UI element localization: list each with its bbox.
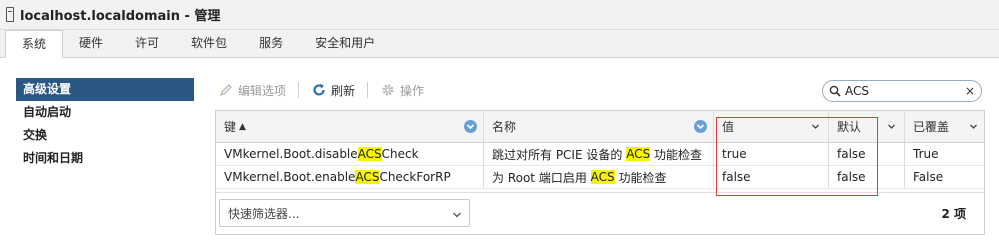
column-header-key[interactable]: 键 ▲ bbox=[216, 111, 484, 142]
key-text: VMkernel.Boot.enable bbox=[224, 170, 356, 184]
settings-grid: 键 ▲ 名称 值 默认 已覆盖 VMkernel.Boot.disable ACS… bbox=[215, 110, 985, 235]
column-overridden-label: 已覆盖 bbox=[913, 120, 950, 134]
refresh-button[interactable]: 刷新 bbox=[311, 82, 355, 99]
clear-search-icon[interactable]: × bbox=[965, 84, 975, 98]
column-name-label: 名称 bbox=[492, 120, 517, 134]
column-default-label: 默认 bbox=[837, 120, 862, 134]
table-row[interactable]: VMkernel.Boot.disable ACS Check 跳过对所有 PCIE… bbox=[216, 143, 984, 166]
edit-options-label: 编辑选项 bbox=[238, 83, 287, 98]
column-menu-icon[interactable] bbox=[694, 120, 707, 133]
actions-button[interactable]: 操作 bbox=[380, 82, 424, 99]
toolbar: 编辑选项 刷新 操作 bbox=[218, 78, 436, 102]
cell-value: false bbox=[714, 166, 829, 188]
table-row[interactable]: VMkernel.Boot.enable ACS CheckForRP 为 Root… bbox=[216, 166, 984, 189]
search-input[interactable] bbox=[845, 84, 963, 98]
cell-overridden: True bbox=[913, 147, 939, 161]
tab-license[interactable]: 许可 bbox=[119, 30, 175, 57]
sidebar-item-advanced-settings[interactable]: 高级设置 bbox=[16, 78, 194, 101]
sidebar-item-autostart[interactable]: 自动启动 bbox=[16, 101, 194, 124]
column-header-name[interactable]: 名称 bbox=[484, 111, 714, 142]
window-title: localhost.localdomain - 管理 bbox=[20, 9, 221, 24]
name-text: 功能检查 bbox=[614, 170, 667, 185]
edit-options-button[interactable]: 编辑选项 bbox=[218, 82, 286, 99]
tab-bar: 系统 硬件 许可 软件包 服务 安全和用户 bbox=[0, 30, 999, 58]
pencil-icon bbox=[218, 82, 234, 98]
chevron-down-icon[interactable] bbox=[968, 120, 978, 132]
gear-icon bbox=[380, 82, 396, 98]
column-header-default[interactable]: 默认 bbox=[829, 111, 905, 142]
tab-hardware[interactable]: 硬件 bbox=[63, 30, 119, 57]
column-menu-icon[interactable] bbox=[464, 120, 477, 133]
toolbar-divider bbox=[367, 82, 369, 98]
search-match: ACS bbox=[626, 147, 651, 161]
refresh-label: 刷新 bbox=[331, 83, 356, 98]
tab-packages[interactable]: 软件包 bbox=[175, 30, 243, 57]
column-key-label: 键 bbox=[224, 120, 237, 134]
host-icon bbox=[6, 7, 14, 22]
column-header-value[interactable]: 值 bbox=[714, 111, 829, 142]
actions-label: 操作 bbox=[400, 83, 425, 98]
name-text: 功能检查 bbox=[650, 147, 703, 162]
sidebar: 高级设置 自动启动 交换 时间和日期 bbox=[16, 78, 194, 170]
toolbar-divider bbox=[298, 82, 300, 98]
cell-key: VMkernel.Boot.disable ACS Check bbox=[216, 143, 484, 165]
window-titlebar: localhost.localdomain - 管理 bbox=[0, 0, 999, 30]
key-text: Check bbox=[381, 147, 419, 161]
chevron-down-icon[interactable] bbox=[886, 120, 896, 132]
key-text: CheckForRP bbox=[379, 170, 451, 184]
cell-name: 为 Root 端口启用 ACS 功能检查 bbox=[484, 166, 714, 188]
search-match: ACS bbox=[357, 147, 382, 161]
grid-header: 键 ▲ 名称 值 默认 已覆盖 bbox=[216, 111, 984, 143]
sidebar-item-time-date[interactable]: 时间和日期 bbox=[16, 147, 194, 170]
quick-filter-placeholder: 快速筛选器... bbox=[228, 206, 300, 221]
column-header-overridden[interactable]: 已覆盖 bbox=[905, 111, 986, 142]
sort-ascending-icon: ▲ bbox=[239, 121, 246, 132]
cell-default: false bbox=[829, 166, 905, 188]
quick-filter-dropdown[interactable]: 快速筛选器... bbox=[219, 199, 470, 227]
chevron-down-icon bbox=[452, 209, 462, 223]
grid-footer: 快速筛选器... 2 项 bbox=[216, 192, 984, 235]
cell-value: true bbox=[714, 143, 829, 165]
item-count: 2 项 bbox=[941, 207, 966, 221]
name-text: 跳过对所有 PCIE 设备的 bbox=[492, 147, 627, 162]
search-match: ACS bbox=[355, 170, 380, 184]
chevron-down-icon[interactable] bbox=[810, 120, 820, 132]
column-value-label: 值 bbox=[722, 120, 735, 134]
search-box: × bbox=[822, 80, 982, 102]
search-match: ACS bbox=[590, 170, 615, 184]
cell-key: VMkernel.Boot.enable ACS CheckForRP bbox=[216, 166, 484, 188]
tab-security-users[interactable]: 安全和用户 bbox=[299, 30, 391, 57]
cell-name: 跳过对所有 PCIE 设备的 ACS 功能检查 bbox=[484, 143, 714, 165]
refresh-icon bbox=[311, 82, 327, 98]
sidebar-item-swap[interactable]: 交换 bbox=[16, 124, 194, 147]
cell-overridden: False bbox=[913, 170, 944, 184]
name-text: 为 Root 端口启用 bbox=[492, 170, 591, 185]
search-icon bbox=[829, 85, 841, 97]
cell-default: false bbox=[829, 143, 905, 165]
key-text: VMkernel.Boot.disable bbox=[224, 147, 358, 161]
tab-system[interactable]: 系统 bbox=[5, 30, 64, 58]
tab-services[interactable]: 服务 bbox=[243, 30, 299, 57]
